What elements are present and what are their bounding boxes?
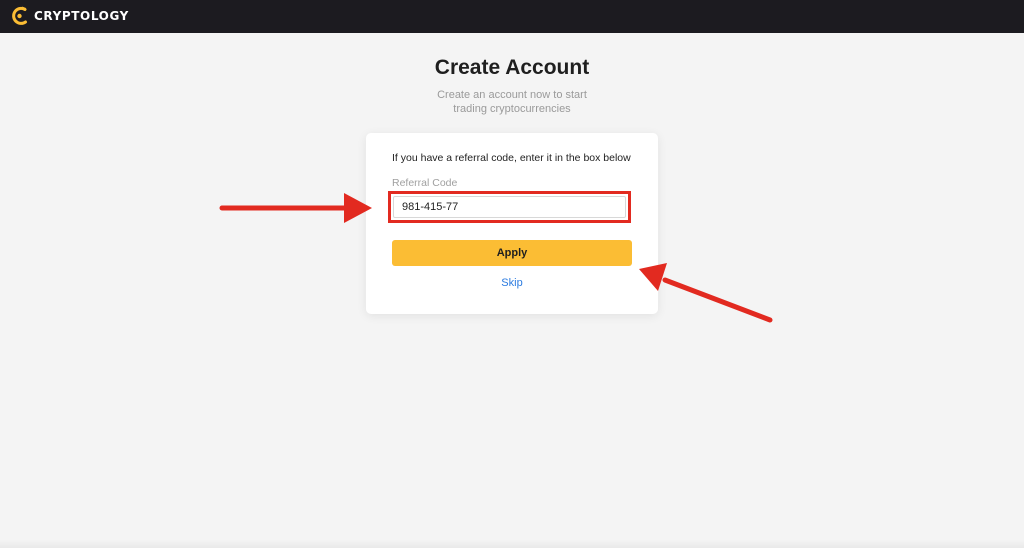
referral-code-label: Referral Code: [392, 177, 458, 189]
referral-code-input[interactable]: [393, 196, 626, 218]
skip-link-text[interactable]: Skip: [501, 277, 522, 289]
page-title: Create Account: [434, 56, 590, 79]
brand-logo[interactable]: CRYPTOLOGY: [11, 5, 129, 27]
arrow-up-left-icon: [639, 263, 773, 323]
referral-code-card: If you have a referral code, enter it in…: [366, 133, 658, 314]
brand-name: CRYPTOLOGY: [34, 9, 129, 23]
page-subtitle: Create an account now to start trading c…: [412, 88, 612, 116]
cryptology-logo-icon: [11, 5, 29, 27]
referral-instruction: If you have a referral code, enter it in…: [392, 152, 631, 164]
page-bottom-edge: [0, 540, 1024, 548]
top-navigation-bar: CRYPTOLOGY: [0, 0, 1024, 33]
skip-link: Skip: [366, 277, 658, 289]
apply-button[interactable]: Apply: [392, 240, 632, 266]
subtitle-line-2: trading cryptocurrencies: [453, 103, 571, 115]
subtitle-line-1: Create an account now to start: [437, 89, 587, 101]
arrow-right-icon: [219, 193, 372, 223]
